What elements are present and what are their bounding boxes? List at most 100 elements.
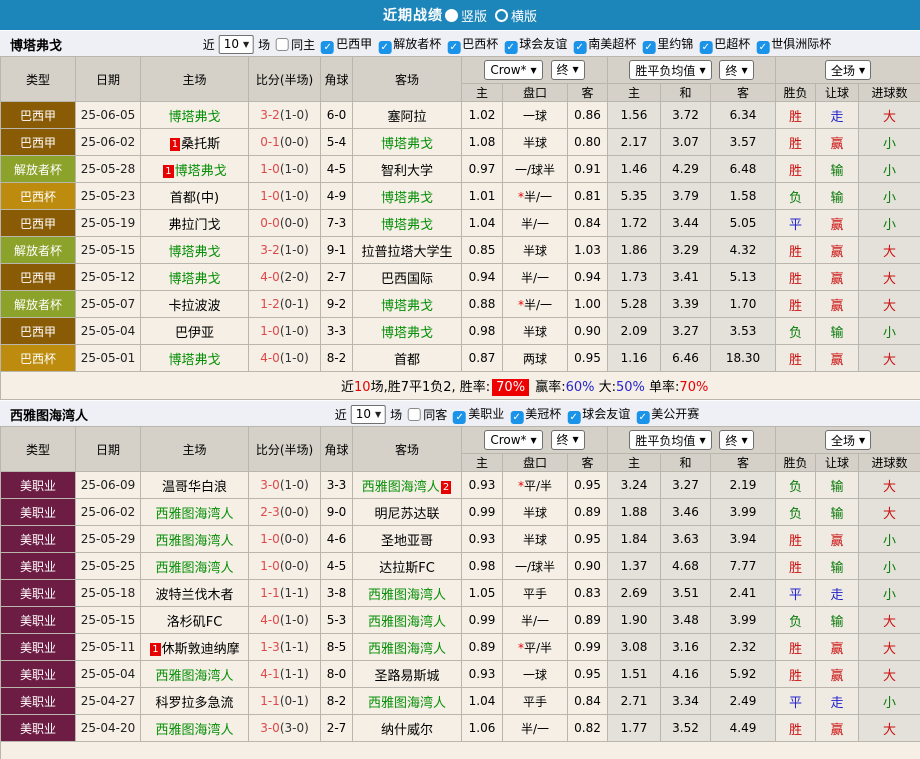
league-checkbox[interactable]: ✓ bbox=[636, 410, 650, 424]
league-checkbox[interactable]: ✓ bbox=[321, 40, 335, 54]
match-date: 25-05-18 bbox=[75, 579, 141, 607]
scope-select[interactable]: 全场 ▼ bbox=[824, 60, 872, 80]
corner-count: 9-0 bbox=[320, 498, 353, 526]
avg-win-odds: 1.46 bbox=[607, 155, 661, 183]
layout-radio-horizontal[interactable] bbox=[495, 8, 508, 22]
avg-lose-odds: 1.70 bbox=[709, 290, 777, 318]
handicap-result-text: 赢 bbox=[830, 298, 844, 314]
handicap: 半球 bbox=[502, 128, 568, 156]
home-team: 1 博塔弗戈 bbox=[140, 155, 249, 183]
chevron-down-icon: ▼ bbox=[572, 65, 579, 75]
handicap-result: 赢 bbox=[815, 263, 860, 291]
odds-stage-select[interactable]: 终 ▼ bbox=[550, 429, 585, 450]
avg-win-odds: 2.09 bbox=[607, 317, 661, 345]
match-date: 25-05-23 bbox=[75, 182, 141, 210]
away-team-name: 西雅图海湾人 bbox=[361, 479, 440, 495]
same-venue-checkbox[interactable] bbox=[408, 407, 422, 421]
away-team: 西雅图海湾人 bbox=[352, 633, 462, 661]
home-team: 波特兰伐木者 bbox=[140, 579, 249, 607]
goals-result: 小 bbox=[858, 687, 920, 715]
league-checkbox[interactable]: ✓ bbox=[573, 40, 587, 54]
home-odds: 0.99 bbox=[461, 498, 503, 526]
avg-stage-select[interactable]: 终 ▼ bbox=[719, 60, 754, 80]
league-badge: 巴西甲 bbox=[0, 128, 76, 156]
away-team-name: 博塔弗戈 bbox=[380, 298, 433, 314]
league-checkbox[interactable]: ✓ bbox=[756, 40, 770, 54]
home-team-name: 博塔弗戈 bbox=[168, 271, 221, 287]
same-venue-checkbox[interactable] bbox=[276, 37, 290, 51]
away-team: 西雅图海湾人 bbox=[352, 579, 462, 607]
corner-count: 4-5 bbox=[320, 155, 353, 183]
avg-lose-odds: 3.99 bbox=[709, 498, 777, 526]
league-checkbox-label: 球会友谊 bbox=[519, 36, 568, 51]
home-team: 博塔弗戈 bbox=[140, 101, 249, 129]
league-checkbox[interactable]: ✓ bbox=[642, 40, 656, 54]
match-result: 平 bbox=[775, 209, 817, 237]
match-result: 胜 bbox=[775, 660, 817, 688]
team-filter-bar: 博塔弗戈 近 10 ▼ 场 同主 ✓ 巴西甲 ✓ 解放者杯 ✓ 巴西杯 ✓ 球会友谊 ✓ 南美超杯 ✓… bbox=[0, 30, 920, 56]
avg-lose-odds: 4.49 bbox=[709, 714, 777, 742]
home-team-name: 休斯敦迪纳摩 bbox=[161, 641, 240, 657]
score-cell: 4-0(1-0) bbox=[248, 344, 321, 372]
odds-company-select[interactable]: Crow* ▼ bbox=[484, 430, 543, 451]
home-odds: 0.93 bbox=[461, 660, 503, 688]
layout-radio-vertical[interactable] bbox=[444, 8, 458, 22]
corner-count: 2-7 bbox=[320, 714, 353, 742]
away-team-name: 西雅图海湾人 bbox=[367, 641, 446, 657]
full-time-score: 0-1 bbox=[260, 135, 280, 149]
scope-select[interactable]: 全场 ▼ bbox=[824, 430, 872, 450]
handicap-value: 半/一 bbox=[523, 189, 553, 204]
handicap-result-text: 输 bbox=[830, 163, 844, 179]
league-checkbox[interactable]: ✓ bbox=[504, 40, 518, 54]
match-result-text: 胜 bbox=[789, 533, 803, 549]
full-time-score: 4-0 bbox=[260, 270, 280, 284]
filter-controls: 近 10 ▼ 场 同主 ✓ 巴西甲 ✓ 解放者杯 ✓ 巴西杯 ✓ 球会友谊 ✓ 南美超杯 ✓ 里约锦 ✓ 巴… bbox=[203, 31, 831, 57]
half-time-score: (0-0) bbox=[279, 559, 309, 573]
away-odds: 0.83 bbox=[567, 579, 608, 607]
chevron-down-icon: ▼ bbox=[741, 435, 748, 445]
match-result: 平 bbox=[775, 579, 817, 607]
full-time-score: 1-3 bbox=[260, 640, 280, 654]
avg-draw-odds: 3.79 bbox=[660, 182, 711, 210]
match-row: 巴西甲 25-06-02 1 桑托斯 0-1(0-0) 5-4 博塔弗戈 1.08 半球 0.80… bbox=[0, 128, 920, 156]
match-result-text: 平 bbox=[789, 217, 803, 233]
corner-count: 2-7 bbox=[320, 263, 353, 291]
goals-result-text: 小 bbox=[883, 190, 897, 206]
avg-lose-odds: 5.92 bbox=[709, 660, 777, 688]
match-result: 胜 bbox=[775, 344, 817, 372]
match-row: 美职业 25-06-09 温哥华白浪 3-0(1-0) 3-3 西雅图海湾人 2 0.93 *平… bbox=[0, 471, 920, 499]
team-name: 西雅图海湾人 bbox=[10, 409, 89, 424]
league-checkbox[interactable]: ✓ bbox=[453, 410, 467, 424]
recent-results-panel: 近期战绩 竖版 横版 博塔弗戈 近 10 ▼ 场 同主 ✓ 巴西甲 ✓ 解放者杯 ✓ 巴西杯… bbox=[0, 0, 920, 759]
match-result-text: 胜 bbox=[789, 641, 803, 657]
half-time-score: (1-0) bbox=[279, 351, 309, 365]
goals-result: 大 bbox=[858, 714, 920, 742]
match-date: 25-05-15 bbox=[75, 606, 141, 634]
goals-result-text: 小 bbox=[883, 136, 897, 152]
team-name: 博塔弗戈 bbox=[10, 39, 63, 54]
match-result-text: 负 bbox=[789, 506, 803, 522]
avg-odds-select[interactable]: 胜平负均值 ▼ bbox=[629, 60, 712, 80]
league-checkbox[interactable]: ✓ bbox=[699, 40, 713, 54]
odds-company-select[interactable]: Crow* ▼ bbox=[484, 60, 543, 81]
league-checkbox[interactable]: ✓ bbox=[510, 410, 524, 424]
full-time-score: 4-0 bbox=[260, 613, 280, 627]
league-checkbox[interactable]: ✓ bbox=[447, 40, 461, 54]
league-checkbox[interactable]: ✓ bbox=[378, 40, 392, 54]
match-result-text: 胜 bbox=[789, 298, 803, 314]
handicap-result: 输 bbox=[815, 552, 860, 580]
handicap: *平/半 bbox=[502, 471, 568, 499]
away-odds: 0.95 bbox=[567, 525, 608, 553]
home-team-name: 科罗拉多急流 bbox=[155, 695, 234, 711]
odds-stage-select[interactable]: 终 ▼ bbox=[550, 59, 585, 80]
avg-odds-select[interactable]: 胜平负均值 ▼ bbox=[629, 430, 712, 450]
goals-result: 大 bbox=[858, 471, 920, 499]
handicap: 半球 bbox=[502, 317, 568, 345]
away-team: 圣路易斯城 bbox=[352, 660, 462, 688]
handicap: 一/球半 bbox=[502, 155, 568, 183]
away-team: 博塔弗戈 bbox=[352, 317, 462, 345]
recent-count-select[interactable]: 10 ▼ bbox=[218, 34, 255, 54]
recent-count-select[interactable]: 10 ▼ bbox=[350, 404, 387, 424]
league-checkbox[interactable]: ✓ bbox=[567, 410, 581, 424]
avg-stage-select[interactable]: 终 ▼ bbox=[719, 430, 754, 450]
